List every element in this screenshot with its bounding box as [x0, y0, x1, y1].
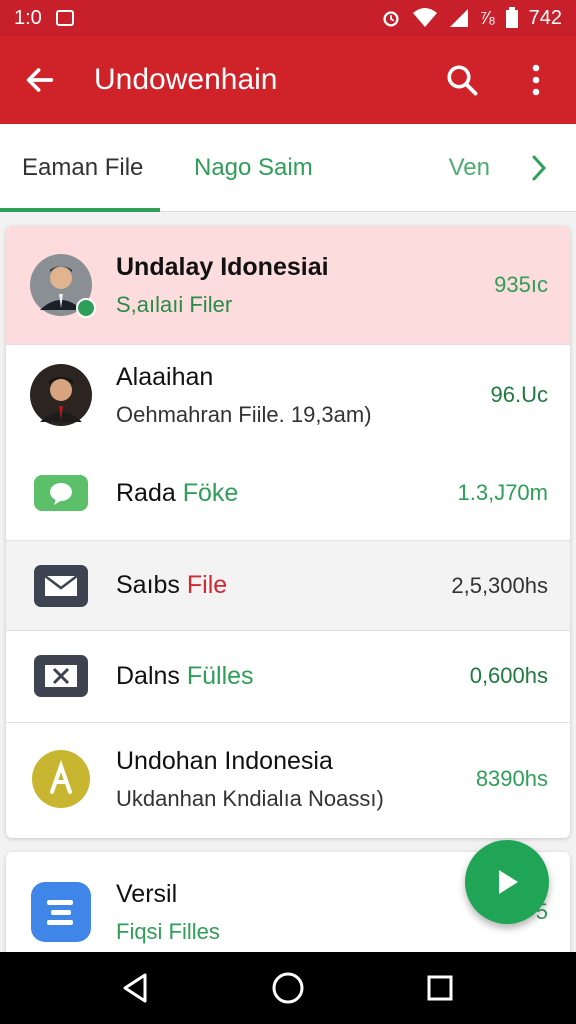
nav-back-button[interactable]: [111, 963, 161, 1013]
back-button[interactable]: [20, 60, 60, 100]
item-meta: 96.Uc: [490, 382, 548, 407]
tab-label: Ven: [448, 153, 490, 181]
avatar: [30, 364, 92, 426]
tab-scroll-right-button[interactable]: [514, 124, 564, 212]
search-icon: [447, 65, 478, 96]
list-item[interactable]: Rada Föke 1.3,J70m: [6, 448, 570, 538]
battery-level: 742: [528, 6, 562, 29]
list-item[interactable]: Dalns Fülles 0,600hs: [6, 631, 570, 721]
tab-ven[interactable]: Ven: [449, 124, 490, 212]
play-icon: [499, 870, 518, 894]
list-item[interactable]: Saıbs File 2,5,300hs: [6, 541, 570, 630]
system-nav-bar: [0, 952, 576, 1024]
more-options-button[interactable]: [516, 60, 556, 100]
nav-home-button[interactable]: [263, 963, 313, 1013]
item-subtitle: Oehmahran Fiile. 19,3am): [116, 401, 372, 427]
item-title: Dalns Fülles: [116, 662, 470, 691]
image-icon: [55, 10, 74, 26]
item-title: Rada Föke: [116, 479, 458, 508]
status-time: 1:0: [14, 6, 42, 29]
nav-recents-button[interactable]: [415, 963, 465, 1013]
search-button[interactable]: [442, 60, 482, 100]
list-item[interactable]: Undohan Indonesia Ukdanhan Kndialıa Noas…: [6, 723, 570, 835]
close-box-icon: [34, 655, 88, 697]
item-meta: 1.3,J70m: [457, 480, 549, 505]
item-title: Saıbs File: [116, 571, 451, 600]
item-meta: 0,600hs: [469, 663, 548, 688]
app-bar: Undowenhain: [0, 36, 576, 124]
item-title-highlight: Föke: [182, 478, 239, 507]
page-title: Undowenhain: [94, 63, 278, 96]
tab-nago-saim[interactable]: Nago Saim: [160, 124, 313, 212]
more-vert-icon: [532, 64, 540, 96]
data-icon: ⅞: [479, 8, 495, 28]
battery-icon: [505, 7, 518, 28]
tab-label: Nago Saim: [194, 153, 313, 181]
item-title-part: Dalns: [116, 661, 187, 690]
tab-eaman-file[interactable]: Eaman File: [0, 124, 160, 212]
chat-bubble-icon: [34, 475, 88, 511]
avatar: [30, 254, 96, 318]
letter-a-icon: [32, 750, 90, 808]
chevron-right-icon: [532, 155, 547, 180]
online-badge: [76, 298, 96, 318]
item-subtitle: S,aılaıi Filer: [116, 291, 233, 317]
back-arrow-icon: [26, 68, 54, 92]
wifi-icon: [412, 8, 437, 27]
item-meta: 8390hs: [475, 766, 548, 791]
item-title: Undohan Indonesia: [116, 746, 333, 775]
item-title-part: Saıbs: [116, 571, 187, 599]
item-meta: 2,5,300hs: [451, 572, 548, 598]
item-title: Alaaihan: [116, 362, 214, 391]
list-item[interactable]: Undalay Idonesiai S,aılaıi Filer 935ıc: [6, 226, 570, 344]
item-title-highlight: File: [186, 571, 228, 599]
nav-recents-icon: [427, 975, 453, 1001]
tab-label: Eaman File: [22, 153, 144, 181]
item-title-part: Rada: [116, 478, 183, 507]
tab-bar: Eaman File Nago Saim Ven: [0, 124, 576, 212]
item-title-highlight: Fülles: [186, 661, 254, 690]
item-meta: 935ıc: [494, 272, 548, 297]
play-fab-button[interactable]: [465, 840, 549, 924]
mail-icon: [34, 564, 88, 607]
document-icon: [31, 882, 91, 942]
item-subtitle: Fiqsi Filles: [116, 918, 220, 944]
item-title: Undalay Idonesiai: [116, 252, 329, 281]
status-bar: 1:0 ⅞ 742: [0, 0, 576, 36]
nav-home-icon: [272, 972, 304, 1004]
signal-icon: [449, 9, 468, 27]
tab-indicator: [0, 207, 160, 212]
alarm-icon: [383, 11, 399, 27]
item-subtitle: Ukdanhan Kndialıa Noassı): [116, 785, 384, 811]
file-list-card: Undalay Idonesiai S,aılaıi Filer 935ıc A…: [6, 226, 570, 838]
nav-back-icon: [123, 973, 147, 1003]
list-item[interactable]: Alaaihan Oehmahran Fiile. 19,3am) 96.Uc: [6, 345, 570, 445]
